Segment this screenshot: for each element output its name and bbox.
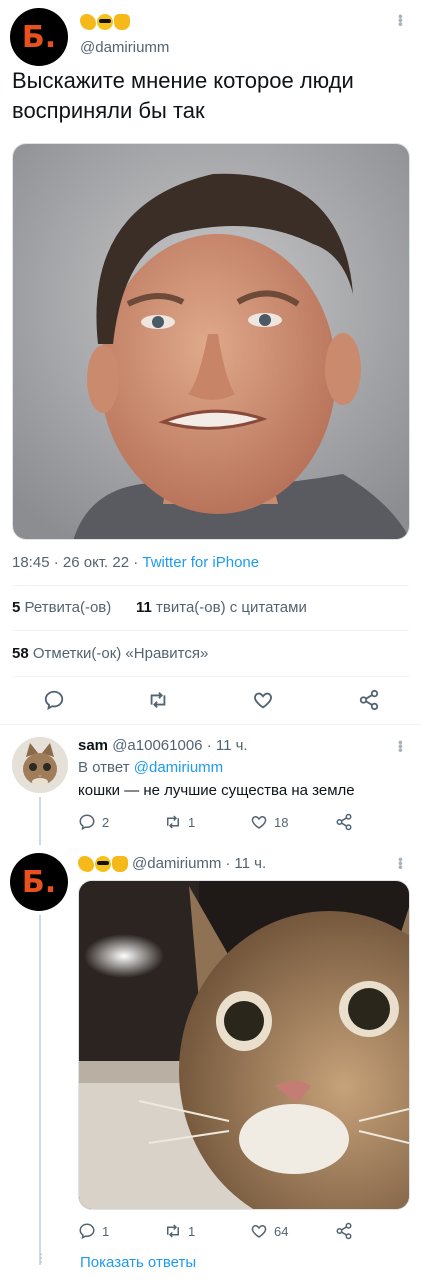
- display-name-emojis: [78, 855, 128, 872]
- avatar-letter: Б.: [21, 19, 57, 55]
- reply2-header: @damiriumm · 11 ч.: [78, 855, 266, 872]
- retweet-icon: [167, 815, 179, 829]
- likes-count: 58: [12, 645, 29, 662]
- cat-photo: [79, 881, 409, 1209]
- share-icon: [336, 813, 352, 831]
- reply-text: кошки — не лучшие существа на земле: [78, 782, 355, 799]
- heart-icon: [251, 1224, 267, 1238]
- tweet-image[interactable]: [12, 143, 410, 540]
- thread-dots: ⋮: [35, 1251, 47, 1265]
- reply-header: sam @a10061006 · 11 ч.: [78, 737, 248, 754]
- more-options-icon[interactable]: •••: [393, 14, 409, 26]
- like-count: 64: [274, 1223, 289, 1239]
- divider: [12, 585, 409, 586]
- reply2-avatar[interactable]: Б.: [10, 853, 68, 911]
- divider: [12, 630, 409, 631]
- divider: [0, 724, 421, 725]
- divider: [12, 676, 409, 677]
- likes-label: Отметки(-ок) «Нравится»: [32, 645, 209, 662]
- likes-stat[interactable]: 58 Отметки(-ок) «Нравится»: [12, 645, 208, 662]
- reply-author-name[interactable]: sam: [78, 737, 108, 754]
- quotes-count: 11: [136, 599, 152, 616]
- reply2-reply-button[interactable]: 1: [78, 1222, 109, 1240]
- retweet-count: 1: [188, 1223, 196, 1239]
- thread-line: [39, 833, 41, 845]
- reply-icon: [79, 1223, 95, 1240]
- reply1-reply-button[interactable]: 2: [78, 813, 109, 831]
- reply2-share-button[interactable]: [335, 1222, 353, 1240]
- retweets-stat[interactable]: 5 Ретвита(-ов): [12, 599, 111, 616]
- tweet-time: 18:45: [12, 554, 50, 571]
- thumbs-up-icon: [114, 14, 130, 30]
- like-count: 18: [274, 814, 289, 830]
- retweet-icon: [150, 692, 166, 708]
- thread-line: [39, 915, 41, 1265]
- retweets-label: Ретвита(-ов): [24, 599, 112, 616]
- reply-icon: [79, 814, 95, 831]
- tweet-source-link[interactable]: Twitter for iPhone: [142, 554, 259, 571]
- reply-avatar[interactable]: [12, 737, 68, 793]
- reply2-time[interactable]: 11 ч.: [234, 855, 266, 872]
- reply1-like-button[interactable]: 18: [250, 813, 288, 831]
- more-options-icon[interactable]: •••: [393, 740, 409, 752]
- author-handle[interactable]: @damiriumm: [80, 39, 169, 56]
- reply-button[interactable]: [43, 689, 65, 716]
- display-name-emojis: [80, 14, 130, 30]
- reply2-retweet-button[interactable]: 1: [164, 1222, 195, 1240]
- reply-count: 1: [102, 1223, 110, 1239]
- reply-author-handle[interactable]: @a10061006: [112, 737, 202, 754]
- thumbs-up-icon: [112, 855, 128, 872]
- author-avatar[interactable]: Б.: [10, 8, 68, 66]
- flexed-biceps-icon: [78, 855, 94, 872]
- reply1-share-button[interactable]: [335, 813, 353, 831]
- reply-to-prefix: В ответ: [78, 759, 130, 776]
- show-replies-link[interactable]: Показать ответы: [80, 1254, 196, 1271]
- reply2-like-button[interactable]: 64: [250, 1222, 288, 1240]
- reply-time[interactable]: 11 ч.: [216, 737, 248, 754]
- thread-line: [39, 797, 41, 833]
- retweet-button[interactable]: [147, 689, 169, 716]
- sunglasses-face-icon: [97, 14, 113, 30]
- tweet-text: Выскажите мнение которое люди восприняли…: [12, 68, 354, 123]
- flexed-biceps-icon: [80, 14, 96, 30]
- more-options-icon[interactable]: •••: [393, 857, 409, 869]
- like-button[interactable]: [252, 689, 274, 716]
- man-face-image: [13, 144, 409, 539]
- share-icon: [336, 1222, 352, 1240]
- sunglasses-face-icon: [95, 855, 111, 872]
- retweet-icon: [167, 1224, 179, 1238]
- reply2-author-handle[interactable]: @damiriumm: [132, 855, 221, 872]
- reply-to-line: В ответ @damiriumm: [78, 759, 223, 776]
- retweet-count: 1: [188, 814, 196, 830]
- tweet-meta: 18:45 · 26 окт. 22 · Twitter for iPhone: [12, 554, 260, 571]
- reply1-retweet-button[interactable]: 1: [164, 813, 195, 831]
- heart-icon: [254, 692, 272, 709]
- reply-count: 2: [102, 814, 110, 830]
- heart-icon: [251, 815, 267, 829]
- quotes-stat[interactable]: 11 твита(-ов) с цитатами: [136, 599, 307, 616]
- share-icon: [359, 689, 379, 711]
- avatar-letter: Б.: [21, 864, 57, 900]
- share-button[interactable]: [358, 689, 380, 716]
- tweet-date: 26 окт. 22: [62, 554, 130, 571]
- quotes-label: твита(-ов) с цитатами: [156, 599, 307, 616]
- retweets-count: 5: [12, 599, 21, 616]
- reply-to-handle[interactable]: @damiriumm: [134, 759, 223, 776]
- cat-avatar-image: [12, 737, 68, 793]
- reply-icon: [44, 690, 64, 710]
- reply2-image[interactable]: [78, 880, 410, 1210]
